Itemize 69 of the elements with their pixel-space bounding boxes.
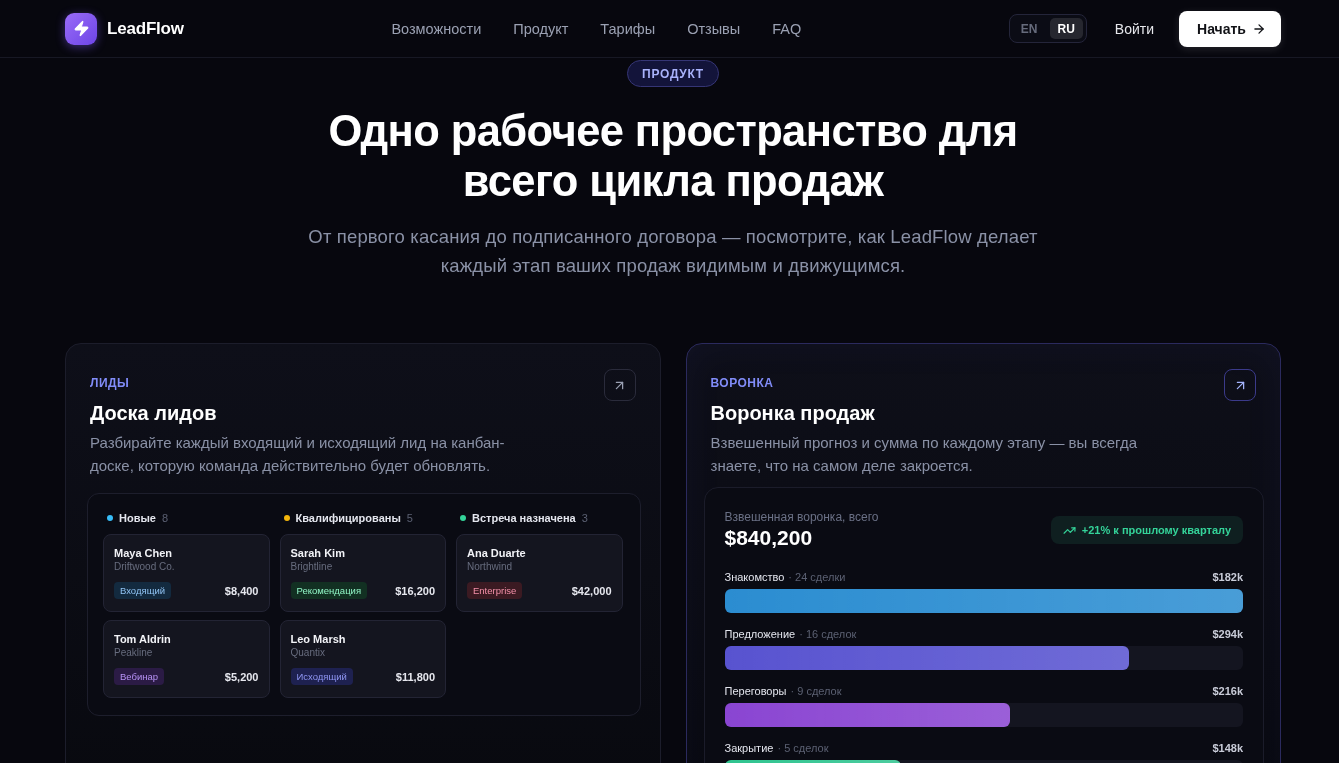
lead-company: Driftwood Co.	[114, 560, 175, 574]
trend-text: +21% к прошлому кварталу	[1081, 524, 1231, 536]
column-title: Квалифицированы	[295, 512, 401, 524]
card-title: Воронка продаж	[710, 401, 876, 426]
language-option[interactable]: EN	[1012, 18, 1046, 39]
lead-amount: $8,400	[224, 584, 259, 597]
stage-name: Переговоры	[724, 685, 787, 697]
column-count: 5	[406, 512, 413, 524]
hero-title: Одно рабочее пространство для всего цикла продаж	[327, 106, 1019, 206]
lead-tag: Рекомендация	[290, 582, 368, 599]
start-button[interactable]: Начать	[1179, 10, 1281, 47]
lead-company: Peakline	[114, 646, 153, 660]
nav-link[interactable]: FAQ	[772, 20, 802, 37]
column-count: 3	[581, 512, 588, 524]
lead-amount: $42,000	[571, 584, 612, 597]
open-card-button[interactable]	[603, 369, 636, 401]
brand-name: LeadFlow	[107, 18, 184, 39]
total-value: $840,200	[724, 525, 813, 551]
stage-value: $216k	[1212, 685, 1243, 697]
lead-amount: $16,200	[395, 584, 435, 597]
lead-tag: Входящий	[114, 582, 172, 599]
stage-name: Предложение	[724, 628, 796, 640]
stage-value: $294k	[1212, 628, 1243, 640]
lead-card[interactable]: Tom Aldrin Peakline Вебинар $5,200	[103, 620, 270, 698]
nav-link[interactable]: Продукт	[513, 20, 569, 37]
lead-amount: $5,200	[224, 670, 259, 683]
section-badge: ПРОДУКТ	[627, 60, 719, 87]
open-card-button[interactable]	[1224, 369, 1256, 401]
lead-tag: Вебинар	[114, 668, 165, 685]
lead-name: Leo Marsh	[290, 632, 346, 646]
nav-link[interactable]: Возможности	[391, 20, 482, 37]
lead-tag: Enterprise	[467, 582, 523, 599]
language-option[interactable]: RU	[1049, 18, 1083, 39]
stage-value: $148k	[1212, 742, 1243, 754]
lead-company: Quantix	[290, 646, 325, 660]
nav-link[interactable]: Тарифы	[600, 20, 656, 37]
stage-deals: · 9 сделок	[790, 685, 842, 697]
card-eyebrow: ЛИДЫ	[90, 375, 131, 391]
card-description: Взвешенный прогноз и сумма по каждому этапу — вы всегда знаете, что на самом деле закроется.	[710, 433, 1138, 476]
stage-value: $182k	[1212, 571, 1243, 583]
stage-name: Закрытие	[724, 742, 774, 754]
lead-amount: $11,800	[395, 670, 435, 683]
card-description: Разбирайте каждый входящий и исходящий лид на канбан-доске, которую команда действительно будет обновлять.	[90, 433, 506, 476]
column-title: Встреча назначена	[472, 512, 576, 524]
stage-deals: · 5 сделок	[777, 742, 829, 754]
stage-deals: · 24 сделки	[788, 571, 846, 583]
lead-company: Brightline	[290, 560, 333, 574]
lightning-logo-icon	[65, 12, 97, 45]
column-count: 8	[161, 512, 169, 524]
lead-card[interactable]: Leo Marsh Quantix Исходящий $11,800	[279, 620, 446, 698]
lead-name: Ana Duarte	[467, 546, 526, 560]
arrow-right-icon	[1252, 21, 1266, 36]
card-eyebrow: ВОРОНКА	[710, 375, 775, 391]
lead-card[interactable]: Sarah Kim Brightline Рекомендация $16,200	[279, 534, 446, 612]
stage-deals: · 16 сделок	[799, 628, 857, 640]
lead-name: Sarah Kim	[290, 546, 345, 560]
card-title: Доска лидов	[90, 401, 218, 426]
lead-name: Maya Chen	[114, 546, 173, 560]
lead-card[interactable]: Ana Duarte Northwind Enterprise $42,000	[456, 534, 623, 612]
column-title: Новые	[119, 512, 156, 524]
login-link[interactable]: Войти	[1114, 20, 1155, 37]
stage-name: Знакомство	[724, 571, 785, 583]
nav-link[interactable]: Отзывы	[687, 20, 741, 37]
hero-subtitle: От первого касания до подписанного договора — посмотрите, как LeadFlow делает каждый этап ваших продаж видимым и движущимся.	[307, 225, 1039, 278]
total-label: Взвешенная воронка, всего	[724, 509, 879, 525]
lead-tag: Исходящий	[290, 668, 353, 685]
lead-name: Tom Aldrin	[114, 632, 171, 646]
lead-company: Northwind	[467, 560, 513, 574]
lead-card[interactable]: Maya Chen Driftwood Co. Входящий $8,400	[103, 534, 270, 612]
